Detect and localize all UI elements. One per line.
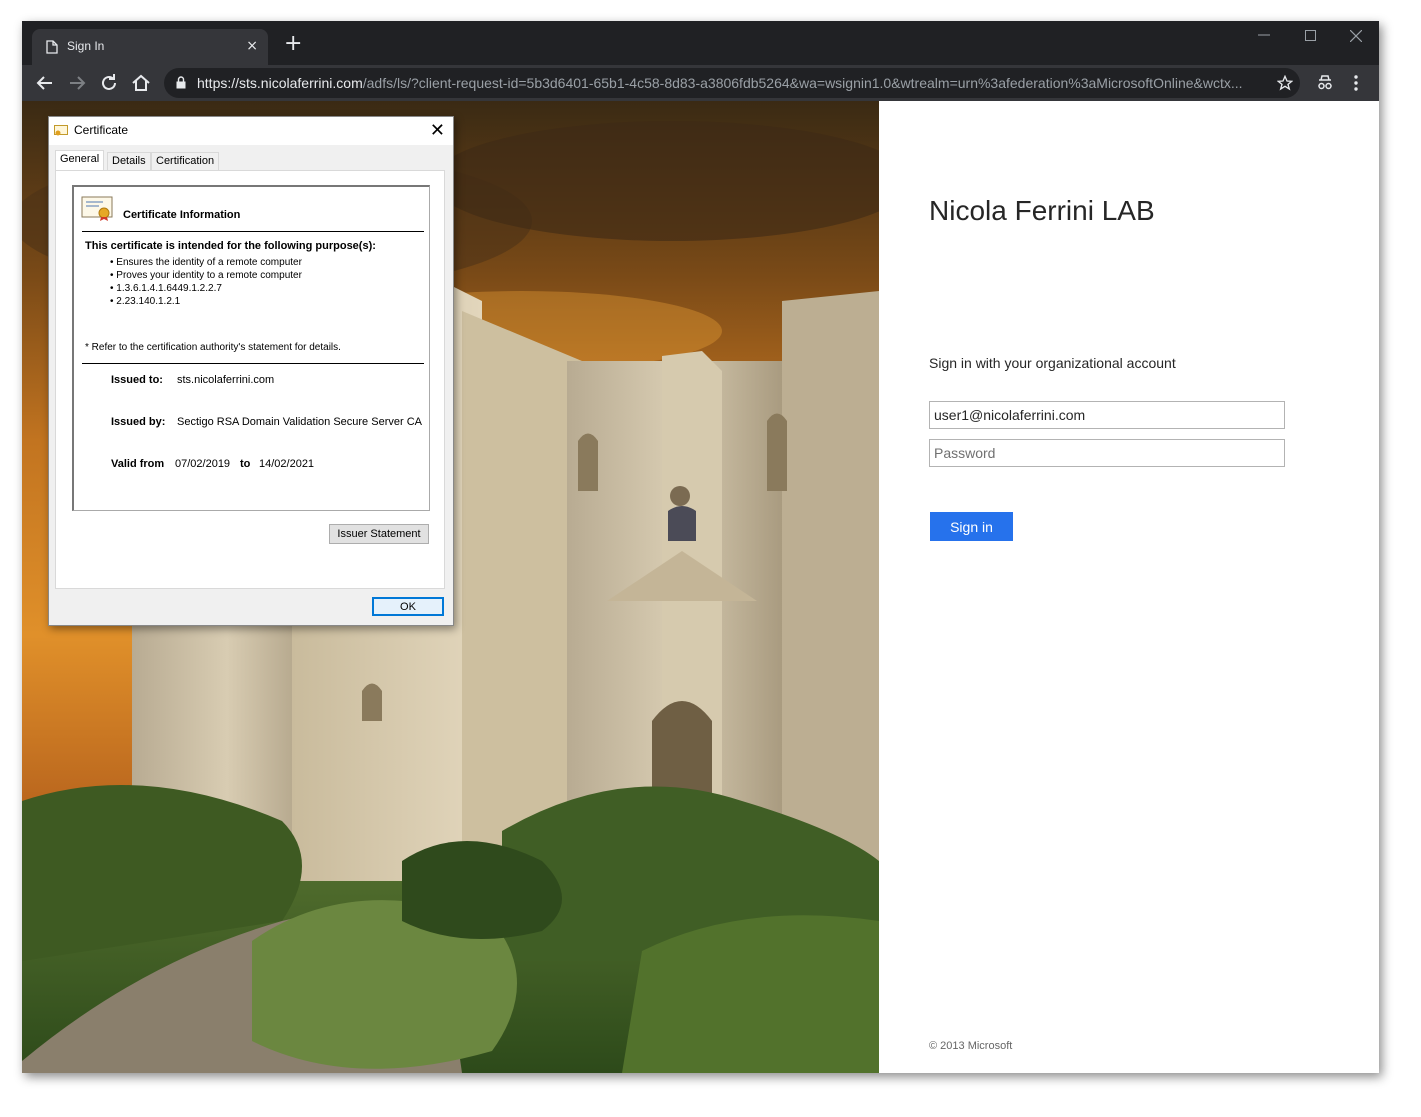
tab-general[interactable]: General [55, 150, 105, 171]
maximize-icon[interactable] [1305, 30, 1316, 41]
copyright-text: © 2013 Microsoft [929, 1040, 1013, 1052]
purpose-item: • Ensures the identity of a remote compu… [110, 257, 302, 268]
bookmark-star-icon[interactable] [1277, 75, 1293, 91]
sign-in-panel: Nicola Ferrini LAB Sign in with your org… [879, 101, 1379, 1073]
close-tab-icon[interactable]: × [246, 37, 258, 55]
back-icon[interactable] [33, 71, 57, 95]
purpose-item: • 1.3.6.1.4.1.6449.1.2.2.7 [110, 283, 222, 294]
password-field[interactable] [929, 439, 1285, 467]
new-tab-button[interactable]: + [284, 33, 302, 55]
issuer-statement-button[interactable]: Issuer Statement [329, 524, 429, 544]
tab-sign-in[interactable]: Sign In × [32, 29, 268, 65]
issued-by-value: Sectigo RSA Domain Validation Secure Ser… [177, 416, 422, 428]
reload-icon[interactable] [97, 71, 121, 95]
certificate-info-icon [81, 196, 113, 221]
divider [82, 231, 424, 232]
url-scheme: https:// [197, 75, 240, 91]
sign-in-button[interactable]: Sign in [930, 512, 1013, 541]
close-window-icon[interactable] [1350, 30, 1362, 42]
tab-title: Sign In [67, 39, 105, 53]
certificate-info-box: Certificate Information This certificate… [72, 185, 430, 511]
valid-to-label: to [240, 458, 251, 470]
certificate-icon [54, 125, 68, 136]
issued-to-label: Issued to: [111, 374, 163, 386]
forward-icon[interactable] [65, 71, 89, 95]
url-text[interactable]: https://sts.nicolaferrini.com/adfs/ls/?c… [197, 75, 1267, 91]
menu-icon[interactable] [1353, 75, 1359, 91]
dialog-titlebar: Certificate ✕ [49, 117, 453, 145]
username-field[interactable] [929, 401, 1285, 429]
home-icon[interactable] [129, 71, 153, 95]
divider [82, 363, 424, 364]
sign-in-hint: Sign in with your organizational account [929, 355, 1176, 371]
dialog-title: Certificate [74, 123, 129, 137]
valid-from-value: 07/02/2019 [175, 458, 231, 470]
close-dialog-icon[interactable]: ✕ [430, 120, 445, 140]
valid-from-label: Valid from [111, 458, 165, 470]
minimize-icon[interactable] [1258, 33, 1270, 37]
issued-to-value: sts.nicolaferrini.com [177, 374, 275, 386]
certificate-info-title: Certificate Information [123, 209, 241, 221]
purpose-heading: This certificate is intended for the fol… [85, 240, 376, 252]
tab-certification-path[interactable]: Certification Path [151, 152, 220, 184]
page-icon [46, 40, 58, 54]
purpose-item: • 2.23.140.1.2.1 [110, 296, 181, 307]
address-bar[interactable]: https://sts.nicolaferrini.com/adfs/ls/?c… [164, 68, 1300, 98]
tab-strip: Sign In × + [22, 21, 1379, 65]
purpose-item: • Proves your identity to a remote compu… [110, 270, 302, 281]
ok-button[interactable]: OK [372, 597, 444, 616]
url-host: sts.nicolaferrini.com [239, 75, 363, 91]
lock-icon[interactable] [176, 76, 186, 89]
general-panel: Certificate Information This certificate… [55, 170, 445, 589]
issued-by-label: Issued by: [111, 416, 166, 428]
organization-title: Nicola Ferrini LAB [929, 195, 1155, 226]
toolbar: https://sts.nicolaferrini.com/adfs/ls/?c… [22, 65, 1379, 101]
tab-details[interactable]: Details [107, 152, 151, 171]
certificate-dialog: Certificate ✕ General Details Certificat… [48, 116, 454, 626]
incognito-icon[interactable] [1317, 74, 1333, 92]
valid-to-value: 14/02/2021 [259, 458, 315, 470]
url-path: /adfs/ls/?client-request-id=5b3d6401-65b… [362, 75, 1243, 91]
refer-note: * Refer to the certification authority's… [85, 342, 341, 353]
